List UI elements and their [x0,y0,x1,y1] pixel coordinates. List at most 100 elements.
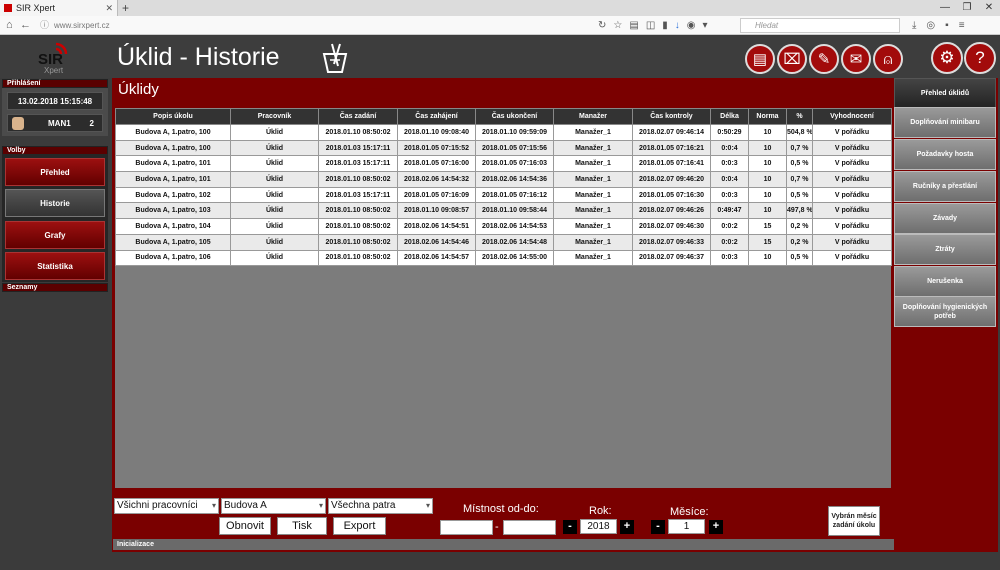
worker-select[interactable]: Všichni pracovníci ▾ [114,498,219,514]
settings-button[interactable]: ⚙ [931,42,963,74]
extension-icon[interactable]: ▪ [945,18,949,33]
downloads-icon[interactable]: ⤓ [912,18,916,33]
table-row[interactable]: Budova A, 1.patro, 103 Úklid 2018.01.10 08… [115,202,892,220]
help-button[interactable]: ? [964,42,996,74]
home-icon[interactable]: ⌂ [6,18,13,33]
sidebar-item-ztraty[interactable]: Ztráty [894,234,996,265]
column-header[interactable]: Norma [748,108,787,125]
library-icon[interactable]: ▤ [629,18,638,33]
table-cell: Úklid [230,202,319,220]
favicon-icon [4,4,12,12]
table-cell: 10 [748,249,787,267]
close-window-icon[interactable]: ✕ [978,0,1000,16]
table-cell: Budova A, 1.patro, 106 [115,249,231,267]
document-button[interactable]: ▤ [745,44,775,74]
year-decrement-button[interactable]: - [563,520,577,534]
menu-chevron-icon[interactable]: ▾ [703,18,708,33]
sync-icon[interactable]: ◉ [687,18,696,33]
sidebar-item-prehled[interactable]: Přehled [5,158,105,186]
address-bar[interactable]: www.sirxpert.cz [36,18,596,33]
new-tab-icon[interactable]: + [122,1,129,15]
close-tab-icon[interactable]: ✕ [105,3,113,14]
table-cell: Úklid [230,124,319,141]
table-cell: 0:0:2 [710,218,749,235]
column-header[interactable]: Manažer [553,108,633,125]
print-button[interactable]: Tisk [277,517,327,535]
table-cell: Manažer_1 [553,171,633,188]
reload-icon[interactable]: ↻ [598,18,606,33]
window-controls: — ❐ ✕ [934,0,1000,16]
column-header[interactable]: Popis úkolu [115,108,231,125]
year-input[interactable]: 2018 [580,519,617,534]
room-range-label: Místnost od-do: [463,503,539,515]
table-cell: V pořádku [812,249,892,267]
user-info: MAN1 2 [7,114,103,132]
table-row[interactable]: Budova A, 1.patro, 101 Úklid 2018.01.10 08… [115,171,892,188]
table-cell: Úklid [230,218,319,235]
refresh-button[interactable]: Obnovit [219,517,271,535]
site-info-icon[interactable]: ⓘ [40,18,49,33]
sidebar-item-prehled-uklidu[interactable]: Přehled úklidů [894,78,996,109]
sidebar-item-doplnovani-minibaru[interactable]: Doplňování minibaru [894,107,996,138]
table-row[interactable]: Budova A, 1.patro, 101 Úklid 2018.01.03 15… [115,155,892,173]
table-cell: 10 [748,155,787,173]
sidebar-item-zavady[interactable]: Závady [894,203,996,234]
messages-button[interactable]: ✉ [841,44,871,74]
maximize-icon[interactable]: ❐ [956,0,978,16]
account-icon[interactable]: ◎ [926,18,935,33]
table-cell: V pořádku [812,186,892,204]
room-to-input[interactable] [503,520,556,535]
table-row[interactable]: Budova A, 1.patro, 100 Úklid 2018.01.10 08… [115,124,892,141]
sidebar-item-historie[interactable]: Historie [5,189,105,217]
column-header[interactable]: Čas zahájení [397,108,476,125]
sidebar-item-nerusenka[interactable]: Nerušenka [894,266,996,297]
sidebar-item-pozadavky-hosta[interactable]: Požadavky hosta [894,139,996,170]
column-header[interactable]: Čas ukončení [475,108,554,125]
month-decrement-button[interactable]: - [651,520,665,534]
selected-month-toggle[interactable]: Vybrán měsíc zadání úkolu [828,506,880,536]
user-count: 2 [89,119,94,128]
browser-search-input[interactable]: Hledat [740,18,900,33]
sidebar-item-hygienicke-potreby[interactable]: Doplňování hygienických potřeb [894,296,996,327]
browser-tab[interactable]: SIR Xpert ✕ [0,0,118,16]
back-icon[interactable]: ← [20,18,31,33]
table-cell: 2018.01.10 08:50:02 [318,218,398,235]
table-row[interactable]: Budova A, 1.patro, 100 Úklid 2018.01.03 15… [115,139,892,157]
year-increment-button[interactable]: + [620,520,634,534]
column-header[interactable]: Vyhodnocení [812,108,892,125]
column-header[interactable]: Čas kontroly [632,108,711,125]
month-input[interactable]: 1 [668,519,705,534]
hamburger-menu-icon[interactable]: ≡ [959,18,965,33]
cleaning-button[interactable]: ⌧ [777,44,807,74]
reader-icon[interactable]: ▮ [662,18,668,33]
table-row[interactable]: Budova A, 1.patro, 102 Úklid 2018.01.03 15… [115,186,892,204]
table-cell: 0:0:2 [710,233,749,251]
column-header[interactable]: Čas zadání [318,108,398,125]
bookmark-star-icon[interactable]: ☆ [613,18,622,33]
sidebar-item-grafy[interactable]: Grafy [5,221,105,249]
table-cell: 497,8 % [786,202,813,220]
table-cell: 2018.02.06 14:54:48 [475,233,554,251]
room-from-input[interactable] [440,520,493,535]
column-header[interactable]: % [786,108,813,125]
table-row[interactable]: Budova A, 1.patro, 106 Úklid 2018.01.10 08… [115,249,892,267]
export-button[interactable]: Export [333,517,386,535]
table-cell: 2018.01.10 09:08:40 [397,124,476,141]
floor-select[interactable]: Všechna patra ▾ [328,498,433,514]
table-row[interactable]: Budova A, 1.patro, 105 Úklid 2018.01.10 08… [115,233,892,251]
table-cell: 10 [748,139,787,157]
month-increment-button[interactable]: + [709,520,723,534]
table-row[interactable]: Budova A, 1.patro, 104 Úklid 2018.01.10 08… [115,218,892,235]
avatar [12,117,24,130]
column-header[interactable]: Délka [710,108,749,125]
download-icon[interactable]: ↓ [675,18,680,33]
maintenance-button[interactable]: ✎ [809,44,839,74]
column-header[interactable]: Pracovník [230,108,319,125]
sidebar-item-rucniky[interactable]: Ručníky a přestlání [894,171,996,202]
reception-button[interactable]: ⍝ [873,44,903,74]
minimize-icon[interactable]: — [934,0,956,16]
table-cell: Úklid [230,171,319,188]
building-select[interactable]: Budova A ▾ [221,498,326,514]
pocket-icon[interactable]: ◫ [646,18,655,33]
sidebar-item-statistika[interactable]: Statistika [5,252,105,280]
